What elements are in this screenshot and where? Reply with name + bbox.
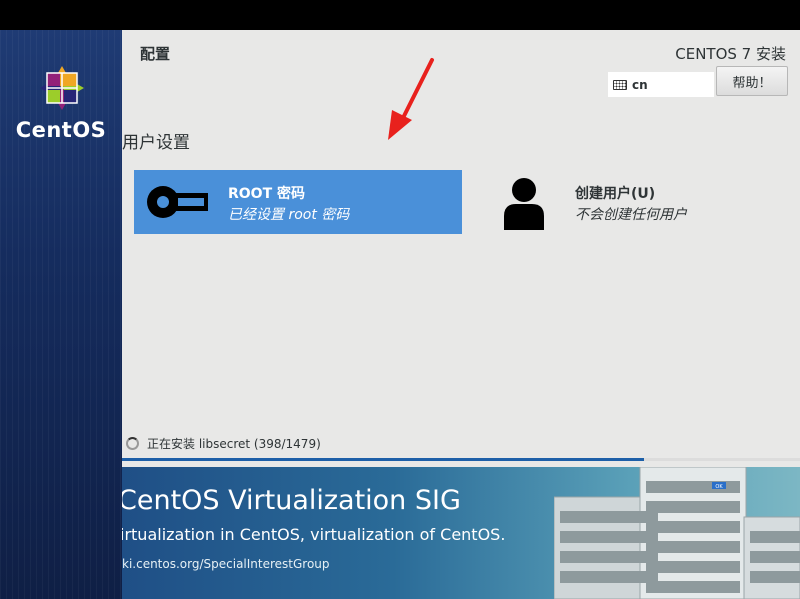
keyboard-layout-indicator[interactable]: cn	[608, 72, 714, 97]
install-progress-status: 正在安装 libsecret (398/1479)	[126, 435, 321, 452]
page-title: 配置	[140, 45, 171, 63]
keyboard-layout-label: cn	[632, 77, 648, 92]
promo-banner: CentOS Virtualization SIG irtualization …	[122, 467, 800, 599]
install-progress-bar	[122, 458, 800, 461]
red-arrow-annotation	[388, 58, 434, 140]
create-user-title: 创建用户(U)	[575, 186, 656, 202]
main-panel: 配置 CENTOS 7 安装 cn 帮助！ 用户设置 ROOT 密码 已经设置 …	[122, 30, 800, 467]
brand-name: CentOS	[15, 118, 107, 142]
sidebar: CentOS	[0, 30, 122, 599]
sidebar-texture	[0, 30, 122, 599]
install-progress-fill	[122, 458, 645, 461]
help-button[interactable]: 帮助！	[716, 66, 788, 96]
create-user-status: 不会创建任何用户	[575, 207, 687, 223]
root-password-status: 已经设置 root 密码	[228, 207, 350, 223]
product-title: CENTOS 7 安装	[675, 45, 786, 63]
banner-subtitle: irtualization in CentOS, virtualization …	[122, 525, 506, 544]
top-bar	[0, 0, 800, 30]
banner-url: ki.centos.org/SpecialInterestGroup	[122, 557, 330, 571]
root-password-tile[interactable]: ROOT 密码 已经设置 root 密码	[134, 170, 462, 234]
key-icon	[147, 186, 208, 218]
create-user-tile[interactable]: 创建用户(U) 不会创建任何用户	[492, 170, 792, 234]
install-progress-label: 正在安装 libsecret (398/1479)	[147, 437, 321, 451]
root-password-title: ROOT 密码	[228, 186, 306, 202]
spinner-icon	[126, 437, 139, 450]
keyboard-icon	[613, 79, 627, 90]
server-badge: OK	[715, 484, 723, 490]
section-title: 用户设置	[122, 133, 190, 153]
user-icon	[504, 178, 544, 230]
banner-title: CentOS Virtualization SIG	[122, 485, 461, 516]
centos-logo-icon	[40, 66, 84, 110]
server-rack-illustration: OK	[554, 467, 800, 599]
